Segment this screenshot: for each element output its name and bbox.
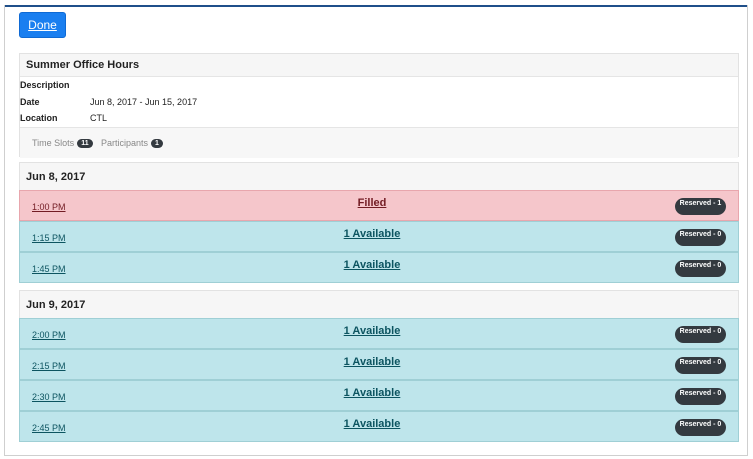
slot-status-link[interactable]: 1 Available: [270, 228, 474, 240]
slot-status-link[interactable]: 1 Available: [270, 325, 474, 337]
reserved-badge: Reserved - 0: [675, 229, 726, 246]
tab-participants[interactable]: Participants 1: [101, 138, 163, 148]
slot-time-link[interactable]: 2:15 PM: [32, 361, 66, 371]
time-slot-row: 1:15 PM 1 Available Reserved - 0: [19, 221, 739, 252]
slot-status-link[interactable]: 1 Available: [270, 387, 474, 399]
time-slot-row: 1:00 PM Filled Reserved - 1: [19, 190, 739, 221]
tab-bar: Time Slots 11 Participants 1: [20, 127, 738, 158]
time-slot-row: 2:00 PM 1 Available Reserved - 0: [19, 318, 739, 349]
tab-time-slots-label: Time Slots: [32, 138, 75, 148]
reserved-badge: Reserved - 0: [675, 388, 726, 405]
date-value: Jun 8, 2017 - Jun 15, 2017: [90, 97, 198, 107]
tab-participants-label: Participants: [101, 138, 149, 148]
slot-status-link[interactable]: 1 Available: [270, 418, 474, 430]
reserved-badge: Reserved - 1: [675, 198, 726, 215]
reserved-badge: Reserved - 0: [675, 326, 726, 343]
slot-time-link[interactable]: 2:30 PM: [32, 392, 66, 402]
slot-status-link[interactable]: 1 Available: [270, 356, 474, 368]
event-info-card: Summer Office Hours Description Date Jun…: [19, 53, 739, 158]
reserved-badge: Reserved - 0: [675, 260, 726, 277]
done-button[interactable]: Done: [19, 12, 66, 38]
time-slot-row: 1:45 PM 1 Available Reserved - 0: [19, 252, 739, 283]
slot-time-link[interactable]: 2:00 PM: [32, 330, 66, 340]
reserved-badge: Reserved - 0: [675, 357, 726, 374]
location-value: CTL: [90, 113, 108, 123]
day-header: Jun 8, 2017: [19, 162, 739, 190]
time-slot-row: 2:45 PM 1 Available Reserved - 0: [19, 411, 739, 442]
slot-time-link[interactable]: 1:15 PM: [32, 233, 66, 243]
time-slot-row: 2:15 PM 1 Available Reserved - 0: [19, 349, 739, 380]
slot-status-link[interactable]: 1 Available: [270, 259, 474, 271]
day-header: Jun 9, 2017: [19, 290, 739, 318]
time-slot-row: 2:30 PM 1 Available Reserved - 0: [19, 380, 739, 411]
slot-time-link[interactable]: 2:45 PM: [32, 423, 66, 433]
slot-status-link[interactable]: Filled: [270, 197, 474, 209]
date-label: Date: [20, 97, 40, 107]
description-label: Description: [20, 80, 70, 90]
event-title: Summer Office Hours: [20, 54, 738, 77]
participants-count-badge: 1: [151, 139, 163, 148]
time-slots-count-badge: 11: [77, 139, 93, 148]
slot-time-link[interactable]: 1:00 PM: [32, 202, 66, 212]
reserved-badge: Reserved - 0: [675, 419, 726, 436]
location-label: Location: [20, 113, 58, 123]
tab-time-slots[interactable]: Time Slots 11: [32, 138, 93, 148]
slot-time-link[interactable]: 1:45 PM: [32, 264, 66, 274]
